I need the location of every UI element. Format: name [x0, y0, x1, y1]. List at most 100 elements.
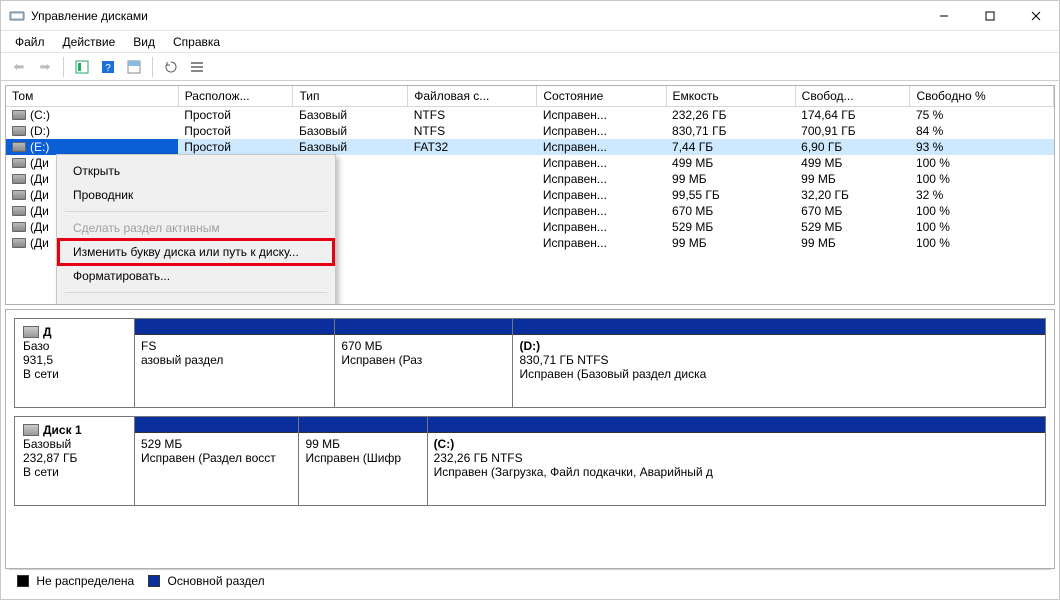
cell: Базовый	[293, 107, 408, 124]
context-menu-item: Расширить том...	[59, 297, 333, 305]
disk-size: 931,5	[23, 353, 126, 367]
cell: Базовый	[293, 139, 408, 155]
table-row[interactable]: (C:)ПростойБазовыйNTFSИсправен...232,26 …	[6, 107, 1054, 124]
back-button[interactable]: ⬅	[7, 56, 31, 78]
forward-button[interactable]: ➡	[33, 56, 57, 78]
close-button[interactable]	[1013, 1, 1059, 31]
window-title: Управление дисками	[31, 9, 921, 23]
partitions: 529 МБИсправен (Раздел восст99 МБИсправе…	[135, 417, 1045, 505]
cell: Исправен...	[537, 107, 666, 124]
col-fs[interactable]: Файловая с...	[408, 86, 537, 107]
column-header-row: Том Располож... Тип Файловая с... Состоя…	[6, 86, 1054, 107]
disk-name: Диск 1	[43, 423, 82, 437]
drive-icon	[12, 158, 26, 168]
partition[interactable]: FSазовый раздел	[135, 319, 335, 407]
volume-list-pane: Том Располож... Тип Файловая с... Состоя…	[5, 85, 1055, 305]
disk-size: 232,87 ГБ	[23, 451, 126, 465]
partition-line1: FS	[141, 339, 328, 353]
context-menu-item: Сделать раздел активным	[59, 216, 333, 240]
partition-line2: Исправен (Шифр	[305, 451, 420, 465]
cell: NTFS	[408, 107, 537, 124]
partition-line2: Исправен (Раз	[341, 353, 506, 367]
cell: 700,91 ГБ	[795, 123, 910, 139]
toolbar: ⬅ ➡ ?	[1, 53, 1059, 81]
drive-icon	[12, 222, 26, 232]
window-controls	[921, 1, 1059, 31]
view-top-button[interactable]	[122, 56, 146, 78]
partition-bar	[513, 319, 1045, 335]
cell: FAT32	[408, 139, 537, 155]
partitions: FSазовый раздел670 МБИсправен (Раз(D:)83…	[135, 319, 1045, 407]
col-type[interactable]: Тип	[293, 86, 408, 107]
cell: 100 %	[910, 219, 1054, 235]
cell: Исправен...	[537, 203, 666, 219]
disk-icon	[23, 326, 39, 338]
partition-line1: 830,71 ГБ NTFS	[519, 353, 1039, 367]
context-menu-item[interactable]: Открыть	[59, 159, 333, 183]
disk-header[interactable]: Диск 1Базовый232,87 ГБВ сети	[15, 417, 135, 505]
partition-body: (C:)232,26 ГБ NTFSИсправен (Загрузка, Фа…	[428, 433, 1045, 483]
partition[interactable]: (D:)830,71 ГБ NTFSИсправен (Базовый разд…	[513, 319, 1045, 407]
legend-bar: Не распределена Основной раздел	[9, 569, 1051, 591]
col-volume[interactable]: Том	[6, 86, 178, 107]
partition[interactable]: 529 МБИсправен (Раздел восст	[135, 417, 299, 505]
context-menu-item[interactable]: Изменить букву диска или путь к диску...	[59, 240, 333, 264]
drive-icon	[12, 238, 26, 248]
cell	[408, 155, 537, 171]
cell: 93 %	[910, 139, 1054, 155]
cell: Исправен...	[537, 235, 666, 251]
cell: Простой	[178, 123, 293, 139]
cell: 100 %	[910, 235, 1054, 251]
cell: Простой	[178, 139, 293, 155]
show-hide-tree-button[interactable]	[70, 56, 94, 78]
partition[interactable]: 670 МБИсправен (Раз	[335, 319, 513, 407]
cell	[408, 219, 537, 235]
disk-block: ДБазо931,5В сетиFSазовый раздел670 МБИсп…	[14, 318, 1046, 408]
list-view-button[interactable]	[185, 56, 209, 78]
partition-bar	[135, 417, 298, 433]
partition-title: (D:)	[519, 339, 1039, 353]
partition-body: 99 МБИсправен (Шифр	[299, 433, 426, 469]
col-cap[interactable]: Емкость	[666, 86, 795, 107]
cell: 670 МБ	[795, 203, 910, 219]
minimize-button[interactable]	[921, 1, 967, 31]
partition[interactable]: 99 МБИсправен (Шифр	[299, 417, 427, 505]
drive-icon	[12, 110, 26, 120]
partition-line1: 232,26 ГБ NTFS	[434, 451, 1039, 465]
menu-view[interactable]: Вид	[125, 33, 163, 51]
menu-help[interactable]: Справка	[165, 33, 228, 51]
titlebar: Управление дисками	[1, 1, 1059, 31]
col-freepct[interactable]: Свободно %	[910, 86, 1054, 107]
partition-line1: 529 МБ	[141, 437, 292, 451]
partition-title: (C:)	[434, 437, 1039, 451]
cell: Исправен...	[537, 171, 666, 187]
cell	[408, 171, 537, 187]
table-row[interactable]: (D:)ПростойБазовыйNTFSИсправен...830,71 …	[6, 123, 1054, 139]
menu-action[interactable]: Действие	[55, 33, 124, 51]
disk-type: Базовый	[23, 437, 126, 451]
cell: Исправен...	[537, 219, 666, 235]
partition-line1: 670 МБ	[341, 339, 506, 353]
menubar: Файл Действие Вид Справка	[1, 31, 1059, 53]
cell	[408, 235, 537, 251]
cell: (D:)	[6, 123, 178, 139]
col-layout[interactable]: Располож...	[178, 86, 293, 107]
cell	[408, 187, 537, 203]
app-icon	[9, 8, 25, 24]
context-menu-item[interactable]: Форматировать...	[59, 264, 333, 288]
disk-header[interactable]: ДБазо931,5В сети	[15, 319, 135, 407]
help-button[interactable]: ?	[96, 56, 120, 78]
cell: 99 МБ	[666, 171, 795, 187]
col-status[interactable]: Состояние	[537, 86, 666, 107]
cell: Исправен...	[537, 139, 666, 155]
col-free[interactable]: Свобод...	[795, 86, 910, 107]
legend-unallocated-label: Не распределена	[36, 574, 134, 588]
refresh-button[interactable]	[159, 56, 183, 78]
context-menu-item[interactable]: Проводник	[59, 183, 333, 207]
partition-body: 670 МБИсправен (Раз	[335, 335, 512, 371]
cell: 670 МБ	[666, 203, 795, 219]
menu-file[interactable]: Файл	[7, 33, 53, 51]
partition[interactable]: (C:)232,26 ГБ NTFSИсправен (Загрузка, Фа…	[428, 417, 1045, 505]
maximize-button[interactable]	[967, 1, 1013, 31]
table-row[interactable]: (E:)ПростойБазовыйFAT32Исправен...7,44 Г…	[6, 139, 1054, 155]
